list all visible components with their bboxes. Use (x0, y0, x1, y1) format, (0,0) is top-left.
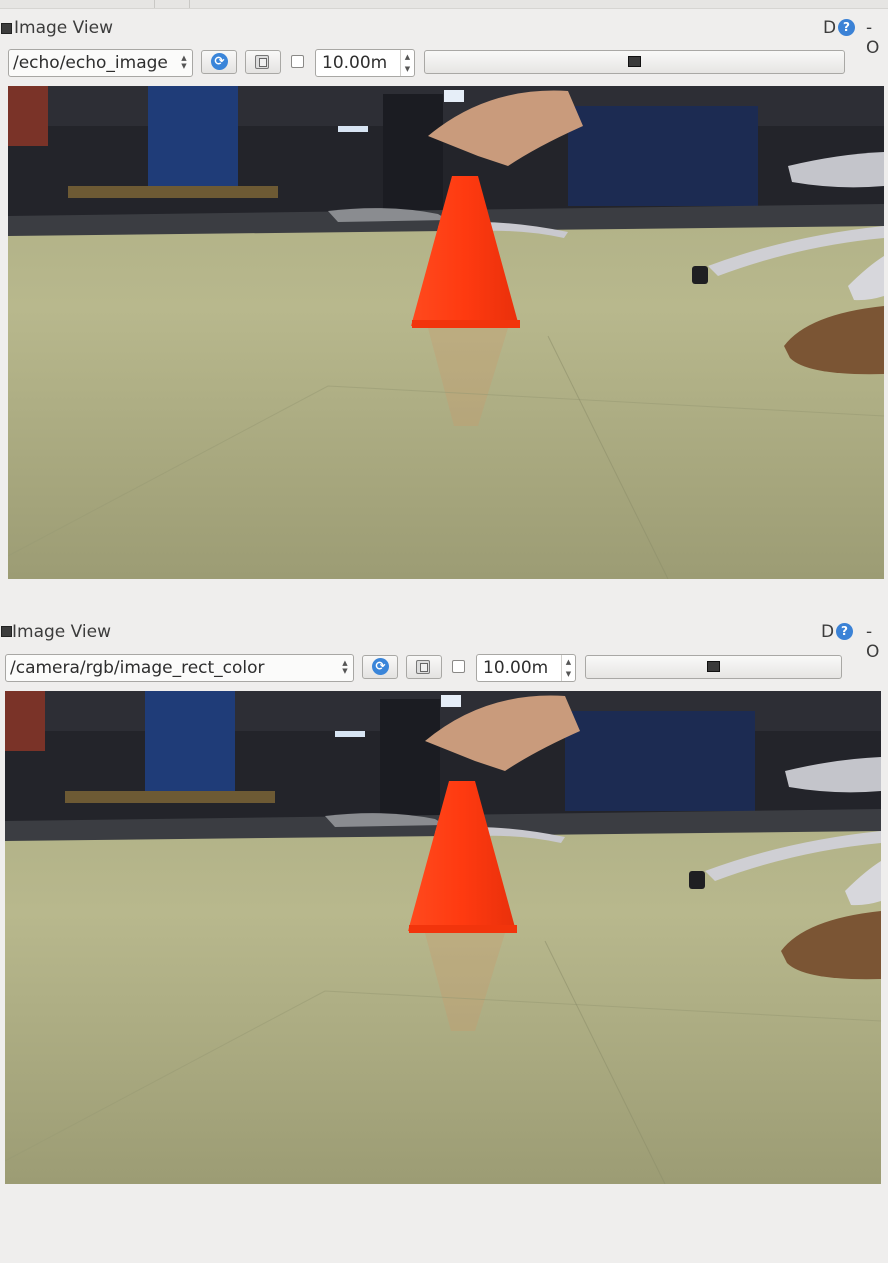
duration-spinbox[interactable]: 10.00m ▲ ▼ (315, 49, 415, 77)
image-view-panel-1: Image View D ? - O /echo/echo_image ▲ ▼ ⟳… (0, 12, 888, 608)
panel-title: Image View (12, 622, 111, 642)
save-button[interactable] (245, 50, 281, 74)
refresh-button[interactable]: ⟳ (362, 655, 398, 679)
topic-select-value: /camera/rgb/image_rect_color (10, 658, 265, 678)
smooth-checkbox[interactable] (452, 660, 465, 673)
refresh-icon: ⟳ (372, 658, 389, 675)
timeline-slider[interactable] (424, 50, 845, 74)
image-view-panel-2: Image View D ? - O /camera/rgb/image_rec… (0, 617, 888, 1263)
panel-toolbar: /camera/rgb/image_rect_color ▲ ▼ ⟳ 10.00m… (0, 654, 888, 684)
panel-toolbar: /echo/echo_image ▲ ▼ ⟳ 10.00m ▲ ▼ (0, 49, 888, 79)
dock-button[interactable]: D (821, 622, 834, 642)
strip-divider (154, 0, 155, 8)
topic-select-value: /echo/echo_image (13, 53, 168, 73)
chevron-updown-icon: ▲ ▼ (342, 659, 348, 675)
help-icon[interactable]: ? (838, 19, 855, 36)
image-display (8, 86, 884, 579)
smooth-checkbox[interactable] (291, 55, 304, 68)
window-icon (1, 626, 12, 637)
panel-title: Image View (14, 18, 113, 38)
chevron-updown-icon: ▲ ▼ (181, 54, 187, 70)
image-display (5, 691, 881, 1184)
timeline-slider[interactable] (585, 655, 842, 679)
spin-arrows-icon[interactable]: ▲ ▼ (561, 655, 575, 681)
duration-spinbox[interactable]: 10.00m ▲ ▼ (476, 654, 576, 682)
duration-value: 10.00m (322, 53, 388, 73)
help-icon[interactable]: ? (836, 623, 853, 640)
refresh-button[interactable]: ⟳ (201, 50, 237, 74)
panel-titlebar: Image View D ? - O (0, 12, 888, 58)
duration-value: 10.00m (483, 658, 549, 678)
window-icon (1, 23, 12, 34)
save-icon (255, 55, 269, 69)
slider-handle-icon[interactable] (707, 661, 720, 672)
top-strip (0, 0, 888, 9)
topic-select[interactable]: /camera/rgb/image_rect_color ▲ ▼ (5, 654, 354, 682)
spin-arrows-icon[interactable]: ▲ ▼ (400, 50, 414, 76)
dock-button[interactable]: D (823, 18, 836, 38)
save-icon (416, 660, 430, 674)
strip-divider (189, 0, 190, 8)
topic-select[interactable]: /echo/echo_image ▲ ▼ (8, 49, 193, 77)
camera-frame-image (5, 691, 881, 1184)
camera-frame-image (8, 86, 884, 579)
slider-handle-icon[interactable] (628, 56, 641, 67)
save-button[interactable] (406, 655, 442, 679)
panel-titlebar: Image View D ? - O (0, 617, 888, 662)
refresh-icon: ⟳ (211, 53, 228, 70)
